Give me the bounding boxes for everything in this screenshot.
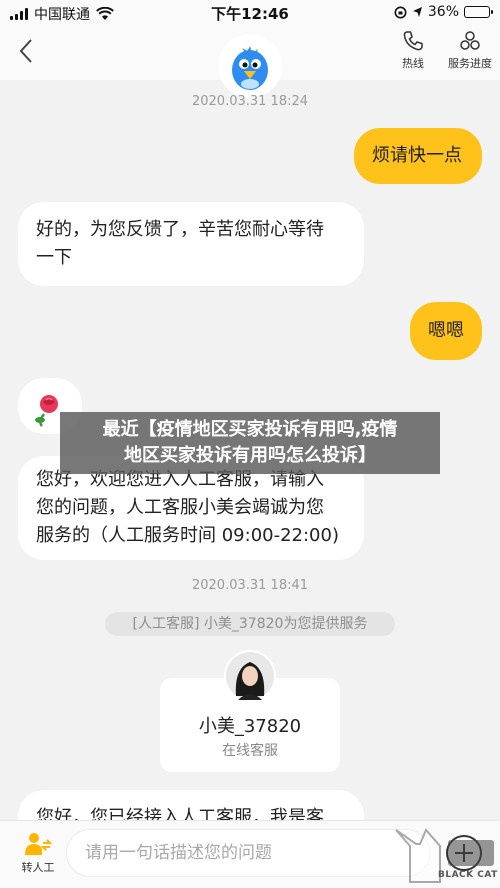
cubes-icon [460, 31, 480, 50]
overlay-title-banner: 最近【疫情地区买家投诉有用吗,疫情 地区买家投诉有用吗怎么投诉】 [60, 412, 440, 474]
rotation-lock-icon [394, 6, 407, 18]
status-bar: 中国联通 下午12:46 36% [0, 0, 500, 24]
message-text: 烦请快一点 [372, 145, 462, 166]
transfer-label: 转人工 [21, 861, 55, 874]
message-text: 服务的（人工服务时间 09:00-22:00) [36, 525, 339, 546]
timestamp: 2020.03.31 18:24 [191, 94, 309, 109]
banner-line: 地区买家投诉有用吗怎么投诉】 [124, 445, 376, 466]
location-icon [412, 7, 422, 17]
system-notice: [人工客服] 小美_37820为您提供服务 [105, 612, 395, 636]
bot-message-bubble[interactable]: 好的，为您反馈了，辛苦您耐心等待 一下 [18, 202, 364, 286]
transfer-to-human-button[interactable]: 转人工 [12, 831, 64, 875]
message-text: 您好，您已经接入人工客服，我是客 [36, 807, 324, 820]
battery-percent: 36% [427, 4, 459, 20]
agent-portrait-icon [226, 652, 274, 700]
phone-icon [403, 31, 423, 51]
watermark-text: BLACK CAT [438, 870, 498, 880]
message-text: 嗯嗯 [428, 320, 464, 341]
hotline-button[interactable]: 热线 [383, 30, 443, 71]
message-input[interactable]: 请用一句话描述您的问题 [66, 829, 430, 877]
agent-card[interactable]: 小美_37820 在线客服 [160, 650, 340, 772]
agent-status: 在线客服 [222, 743, 278, 759]
agent-avatar[interactable] [224, 650, 276, 702]
person-transfer-icon [25, 833, 52, 855]
hotline-label: 热线 [402, 57, 424, 70]
message-text: 您的问题，人工客服小美会竭诚为您 [36, 497, 324, 518]
user-message-bubble[interactable]: 烦请快一点 [354, 128, 482, 184]
back-arrow-icon[interactable] [12, 36, 42, 66]
service-progress-label: 服务进度 [448, 57, 492, 70]
banner-line: 最近【疫情地区买家投诉有用吗,疫情 [102, 419, 398, 440]
battery-icon [464, 6, 493, 18]
status-right: 36% [394, 4, 493, 20]
service-progress-button[interactable]: 服务进度 [440, 30, 500, 71]
message-text: 一下 [36, 247, 72, 268]
chat-header: 热线 服务进度 [0, 24, 500, 98]
message-text: 好的，为您反馈了，辛苦您耐心等待 [36, 219, 324, 240]
user-message-bubble[interactable]: 嗯嗯 [410, 302, 482, 360]
bot-message-bubble[interactable]: 您好，您已经接入人工客服，我是客 [18, 790, 364, 820]
agent-name: 小美_37820 [198, 716, 302, 737]
timestamp: 2020.03.31 18:41 [191, 578, 309, 593]
